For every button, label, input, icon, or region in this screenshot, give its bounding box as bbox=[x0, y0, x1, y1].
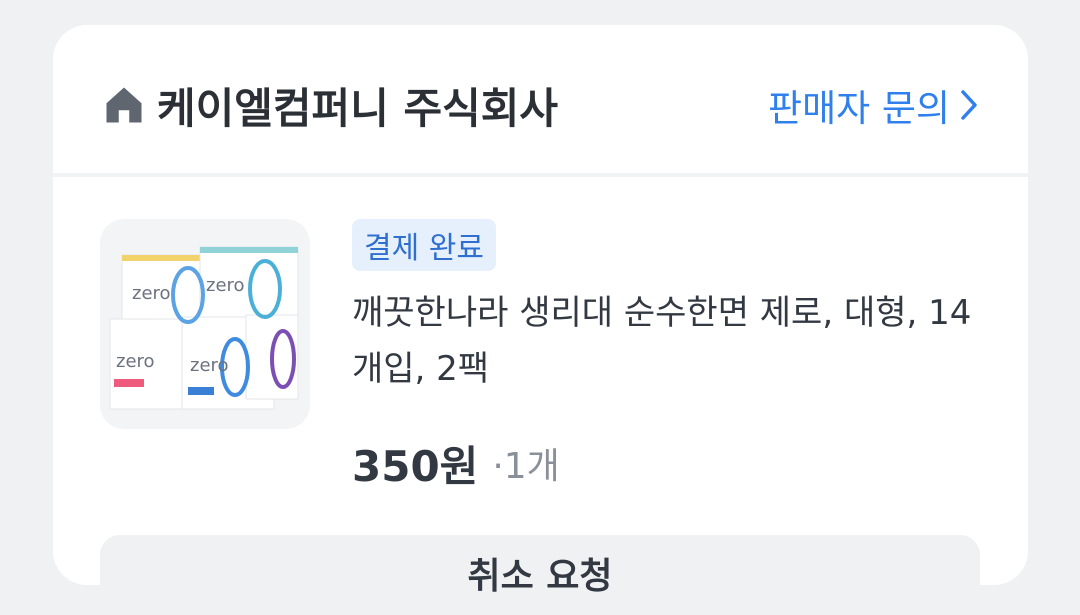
store-header: 케이엘컴퍼니 주식회사 판매자 문의 bbox=[53, 25, 1028, 175]
price-row: 350원 ·1개 bbox=[352, 433, 560, 493]
product-price: 350원 bbox=[352, 441, 479, 491]
svg-text:zero: zero bbox=[190, 355, 229, 376]
product-package-image: zero zero zero zero bbox=[109, 246, 299, 410]
chevron-right-icon bbox=[961, 90, 977, 120]
order-card: 케이엘컴퍼니 주식회사 판매자 문의 zero zero zero zero 결… bbox=[53, 25, 1028, 615]
order-status-badge: 결제 완료 bbox=[352, 219, 496, 271]
product-quantity: ·1개 bbox=[492, 446, 560, 487]
home-icon bbox=[106, 87, 142, 123]
seller-inquiry-link[interactable]: 판매자 문의 bbox=[768, 80, 978, 130]
header-divider bbox=[53, 173, 1028, 177]
product-thumbnail[interactable]: zero zero zero zero bbox=[100, 219, 310, 429]
seller-inquiry-label: 판매자 문의 bbox=[768, 87, 950, 130]
store-name[interactable]: 케이엘컴퍼니 주식회사 bbox=[157, 75, 558, 136]
svg-text:zero: zero bbox=[206, 275, 245, 296]
cancel-request-button[interactable]: 취소 요청 bbox=[100, 535, 980, 615]
svg-text:zero: zero bbox=[132, 283, 171, 304]
product-title[interactable]: 깨끗한나라 생리대 순수한면 제로, 대형, 14개입, 2팩 bbox=[352, 285, 992, 397]
cancel-request-label: 취소 요청 bbox=[467, 556, 613, 597]
svg-text:zero: zero bbox=[116, 351, 155, 372]
